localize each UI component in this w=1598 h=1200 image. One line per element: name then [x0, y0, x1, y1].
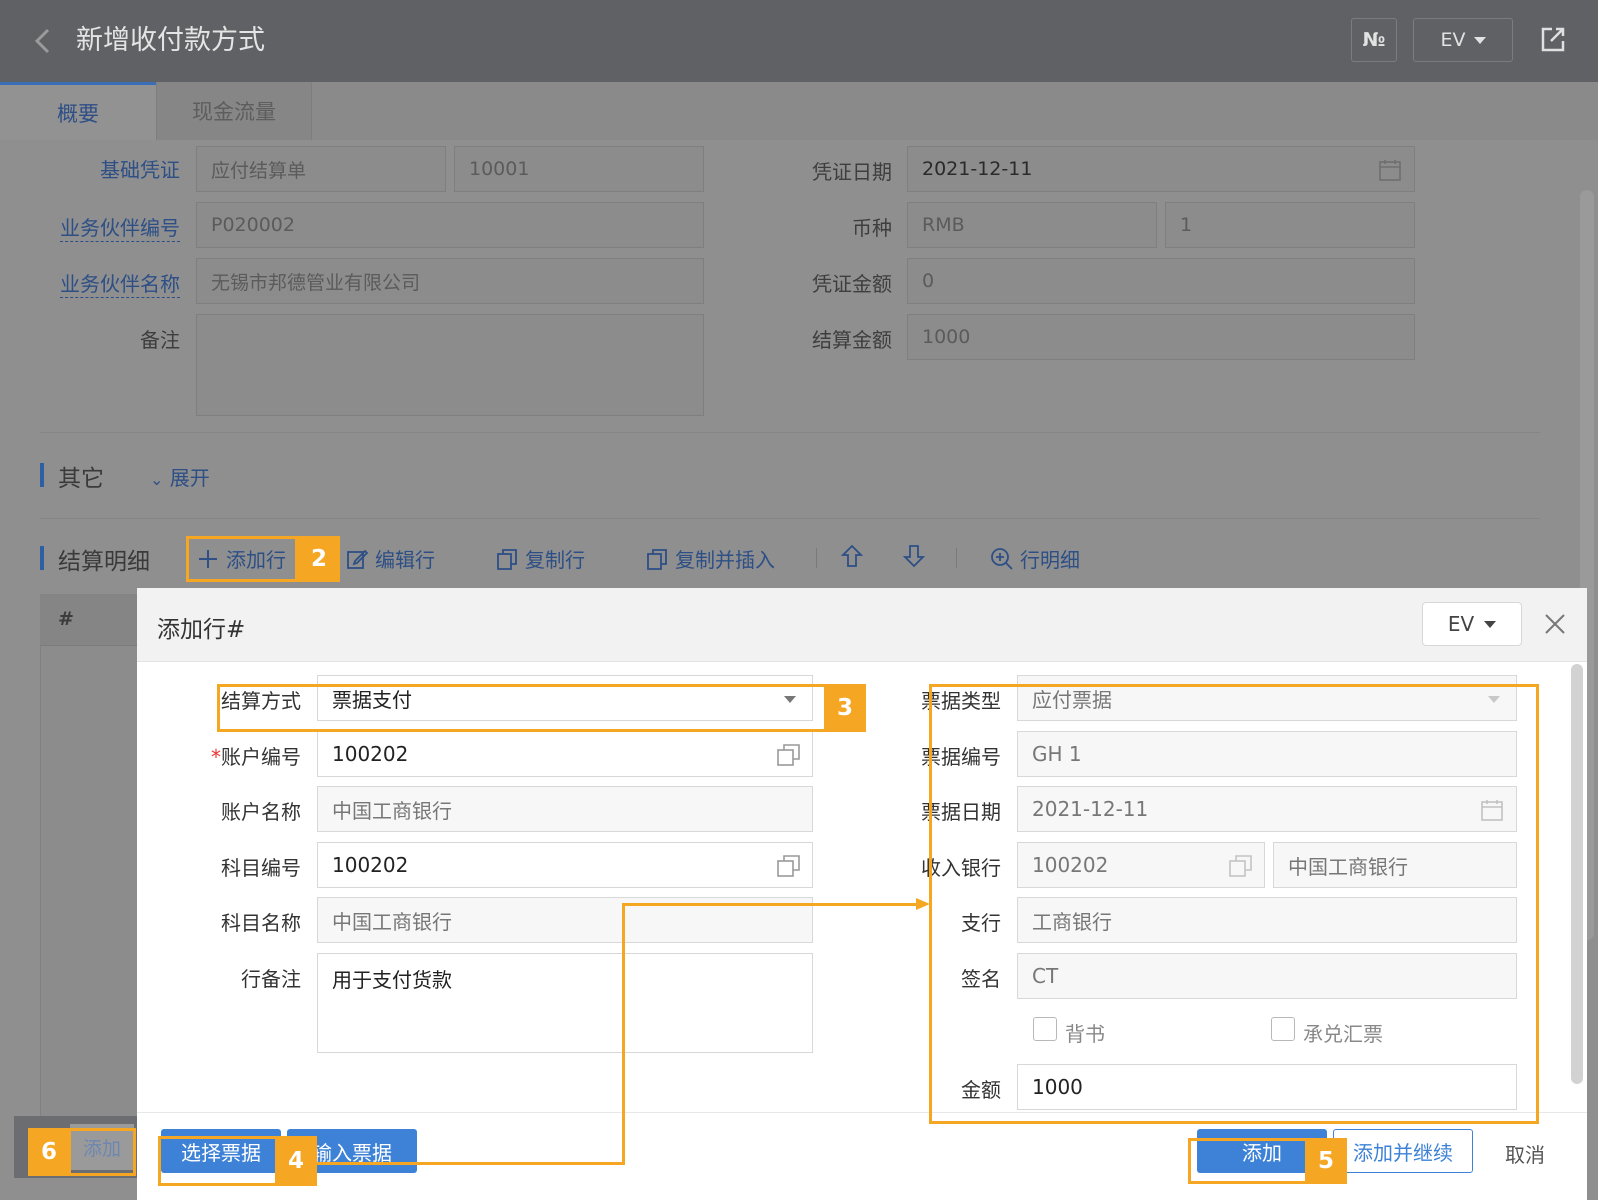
highlight-settle-method: [217, 684, 827, 732]
edit-row-button[interactable]: 编辑行: [345, 544, 435, 573]
dialog-language-label: EV: [1447, 612, 1475, 636]
top-bar: 新增收付款方式 № EV: [0, 0, 1598, 82]
lookup-icon[interactable]: [776, 853, 802, 879]
subject-no-value: 100202: [332, 853, 409, 877]
section-marker: [40, 463, 44, 487]
partner-name-label[interactable]: 业务伙伴名称: [60, 268, 180, 298]
grid-header-index: #: [40, 594, 150, 646]
back-arrow-icon[interactable]: [28, 24, 58, 58]
lookup-icon[interactable]: [776, 742, 802, 768]
divider: [40, 432, 1540, 433]
cancel-button[interactable]: 取消: [1505, 1139, 1545, 1168]
account-no-value: 100202: [332, 742, 409, 766]
account-name-label: 账户名称: [221, 800, 301, 824]
move-down-button[interactable]: [902, 544, 926, 568]
subject-name-label: 科目名称: [221, 911, 301, 935]
settle-amount-field[interactable]: 1000: [907, 314, 1415, 360]
copy-insert-button[interactable]: 复制并插入: [645, 544, 775, 573]
dialog-language-select[interactable]: EV: [1422, 602, 1522, 646]
step-badge-6: 6: [28, 1128, 70, 1176]
edit-icon: [347, 549, 369, 569]
settle-amount-label: 结算金额: [812, 328, 892, 352]
section-marker: [40, 546, 44, 570]
row-remark-field[interactable]: 用于支付货款: [317, 953, 813, 1053]
highlight-add-button: [1188, 1138, 1308, 1184]
highlight-bill-fields: [929, 684, 1539, 1124]
connector-line: [317, 1162, 625, 1165]
expand-link[interactable]: ⌄ 展开: [150, 462, 210, 491]
expand-label: 展开: [169, 466, 210, 490]
detail-grid: [40, 594, 150, 1174]
page-title: 新增收付款方式: [76, 25, 265, 56]
account-no-field[interactable]: 100202: [317, 731, 813, 777]
dialog-footer: 选择票据 输入票据 添加 添加并继续 取消: [137, 1112, 1587, 1200]
detail-section-title: 结算明细: [58, 549, 150, 575]
voucher-amount-label: 凭证金额: [812, 272, 892, 296]
toolbar-divider: [816, 548, 817, 568]
copy-icon: [497, 548, 517, 570]
connector-line: [622, 903, 625, 1165]
dialog-header: 添加行# EV: [137, 588, 1587, 662]
step-badge-4: 4: [275, 1136, 317, 1186]
connector-line: [622, 903, 922, 906]
partner-name-field[interactable]: 无锡市邦德管业有限公司: [196, 258, 704, 304]
account-name-field[interactable]: 中国工商银行: [317, 786, 813, 832]
row-detail-label: 行明细: [1020, 548, 1080, 572]
partner-code-field[interactable]: P020002: [196, 202, 704, 248]
chevron-down-icon: ⌄: [150, 470, 164, 489]
chevron-down-icon: [1484, 620, 1497, 628]
base-voucher-label: 基础凭证: [100, 158, 180, 182]
arrow-up-icon: [840, 544, 864, 567]
voucher-date-value: 2021-12-11: [922, 158, 1033, 180]
zoom-in-icon: [991, 547, 1013, 570]
calendar-icon[interactable]: [1378, 158, 1402, 182]
copy-row-label: 复制行: [525, 548, 585, 572]
arrow-down-icon: [902, 545, 926, 568]
step-badge-3: 3: [824, 684, 866, 732]
row-detail-button[interactable]: 行明细: [990, 544, 1080, 573]
language-select-label: EV: [1440, 29, 1466, 51]
subject-no-label: 科目编号: [221, 856, 301, 880]
edit-row-label: 编辑行: [375, 548, 435, 572]
subject-no-field[interactable]: 100202: [317, 842, 813, 888]
number-button[interactable]: №: [1351, 18, 1397, 62]
row-remark-label: 行备注: [241, 967, 301, 991]
base-voucher-type-field[interactable]: 应付结算单: [196, 146, 446, 192]
account-no-label: *账户编号: [211, 745, 301, 769]
dialog-title: 添加行#: [157, 617, 246, 643]
highlight-select-bill: [158, 1136, 278, 1186]
base-voucher-no-field[interactable]: 10001: [454, 146, 704, 192]
highlight-add-row: [186, 536, 298, 582]
currency-label: 币种: [852, 216, 892, 240]
highlight-base-add: [68, 1128, 136, 1176]
partner-code-label[interactable]: 业务伙伴编号: [60, 212, 180, 242]
divider: [40, 518, 1540, 519]
share-icon[interactable]: [1536, 22, 1570, 56]
close-icon[interactable]: [1541, 610, 1569, 638]
connector-arrow-icon: [916, 898, 930, 910]
tab-overview[interactable]: 概要: [0, 82, 156, 140]
exchange-rate-field[interactable]: 1: [1165, 202, 1415, 248]
language-select[interactable]: EV: [1413, 18, 1513, 62]
copy-icon: [647, 548, 667, 570]
remark-field[interactable]: [196, 314, 704, 416]
tab-bar: 概要 现金流量: [0, 82, 1598, 140]
voucher-date-label: 凭证日期: [812, 160, 892, 184]
other-section-title: 其它: [58, 466, 104, 492]
dialog-scrollbar[interactable]: [1569, 664, 1585, 1084]
copy-row-button[interactable]: 复制行: [495, 544, 585, 573]
toolbar-divider: [956, 548, 957, 568]
remark-label: 备注: [140, 328, 180, 352]
move-up-button[interactable]: [840, 544, 864, 568]
chevron-down-icon: [1473, 36, 1486, 44]
step-badge-5: 5: [1305, 1138, 1347, 1184]
copy-insert-label: 复制并插入: [675, 548, 775, 572]
step-badge-2: 2: [298, 536, 340, 582]
voucher-date-field[interactable]: 2021-12-11: [907, 146, 1415, 192]
tab-cash-flow[interactable]: 现金流量: [156, 82, 312, 140]
add-continue-button[interactable]: 添加并继续: [1333, 1129, 1473, 1173]
voucher-amount-field[interactable]: 0: [907, 258, 1415, 304]
currency-field[interactable]: RMB: [907, 202, 1157, 248]
